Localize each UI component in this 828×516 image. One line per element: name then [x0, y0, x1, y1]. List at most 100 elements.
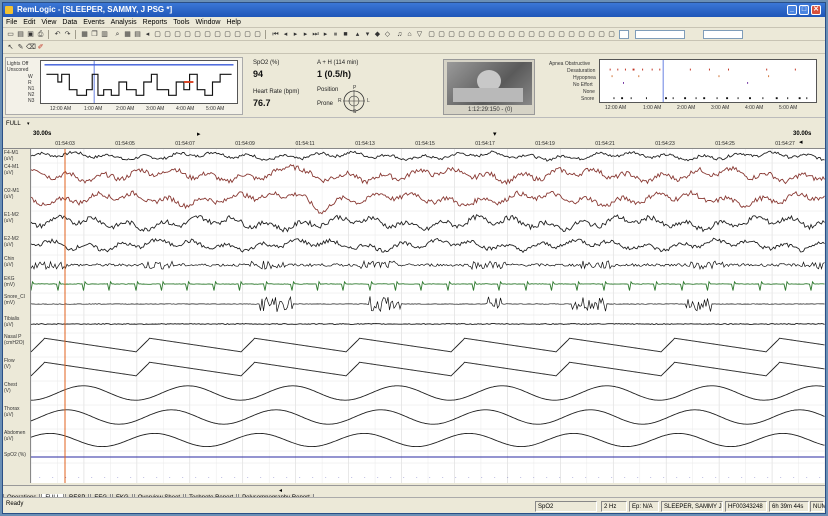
step-icon[interactable]: ▸	[321, 30, 330, 39]
tool-19-icon[interactable]: ▢	[607, 30, 616, 39]
skip-start-icon[interactable]: ⏮	[271, 30, 280, 39]
maximize-button[interactable]: □	[799, 5, 809, 15]
tool-8-icon[interactable]: ▢	[497, 30, 506, 39]
redo-icon[interactable]: ↷	[63, 30, 72, 39]
tool-1-icon[interactable]: ▢	[427, 30, 436, 39]
channel-label[interactable]: F4-M1 (uV)	[4, 150, 18, 162]
copy-icon[interactable]: ❐	[90, 30, 99, 39]
minimize-button[interactable]: _	[787, 5, 797, 15]
arrow-left-icon[interactable]: ◂	[143, 30, 152, 39]
event-type-select[interactable]	[635, 30, 685, 39]
menu-window[interactable]: Window	[193, 17, 224, 28]
undo-icon[interactable]: ↶	[53, 30, 62, 39]
grid-icon[interactable]: ▦	[123, 30, 132, 39]
pause-icon[interactable]: ⏸	[331, 30, 340, 39]
cursor-icon[interactable]: ↖	[6, 43, 15, 52]
epoch-marker-center-icon[interactable]: ▾	[493, 130, 497, 138]
tool-12-icon[interactable]: ▢	[537, 30, 546, 39]
events-overview-chart[interactable]	[599, 59, 817, 103]
video-panel[interactable]: 1:12:29:150 - (0)	[443, 59, 535, 115]
amplitude-up-icon[interactable]: ◆	[373, 30, 382, 39]
window-11-icon[interactable]: ▢	[253, 30, 262, 39]
tool-11-icon[interactable]: ▢	[527, 30, 536, 39]
menu-analysis[interactable]: Analysis	[108, 17, 140, 28]
channel-label[interactable]: SpO2 (%)	[4, 452, 26, 458]
tool-10-icon[interactable]: ▢	[517, 30, 526, 39]
print-icon[interactable]: ⎙	[36, 30, 45, 39]
menu-file[interactable]: File	[3, 17, 20, 28]
channel-label[interactable]: Nasal P (cmH2O)	[4, 334, 24, 346]
window-1-icon[interactable]: ▢	[153, 30, 162, 39]
tool-2-icon[interactable]: ▢	[437, 30, 446, 39]
tool-6-icon[interactable]: ▢	[477, 30, 486, 39]
channel-label[interactable]: Chest (V)	[4, 382, 17, 394]
menu-data[interactable]: Data	[59, 17, 80, 28]
channel-label[interactable]: Tibialis (uV)	[4, 316, 19, 328]
close-button[interactable]: ✕	[811, 5, 821, 15]
channel-label[interactable]: C4-M1 (uV)	[4, 164, 19, 176]
tool-7-icon[interactable]: ▢	[487, 30, 496, 39]
channel-label[interactable]: O2-M1 (uV)	[4, 188, 19, 200]
tool-9-icon[interactable]: ▢	[507, 30, 516, 39]
window-4-icon[interactable]: ▢	[183, 30, 192, 39]
channel-up-icon[interactable]: ▴	[353, 30, 362, 39]
window-8-icon[interactable]: ▢	[223, 30, 232, 39]
window-2-icon[interactable]: ▢	[163, 30, 172, 39]
tool-17-icon[interactable]: ▢	[587, 30, 596, 39]
window-9-icon[interactable]: ▢	[233, 30, 242, 39]
channel-label[interactable]: EKG (mV)	[4, 276, 15, 288]
tool-15-icon[interactable]: ▢	[567, 30, 576, 39]
open-folder-icon[interactable]: ▤	[16, 30, 25, 39]
rewind-icon[interactable]: ◂	[281, 30, 290, 39]
tool-16-icon[interactable]: ▢	[577, 30, 586, 39]
window-10-icon[interactable]: ▢	[243, 30, 252, 39]
hypnogram-chart[interactable]	[40, 60, 238, 104]
print-preview-icon[interactable]: ▦	[80, 30, 89, 39]
tool-3-icon[interactable]: ▢	[447, 30, 456, 39]
paste-icon[interactable]: ▥	[100, 30, 109, 39]
epoch-marker-right-icon[interactable]: ◂	[799, 138, 803, 146]
signal-traces[interactable]: · · · · · · · · · · · · · · · · · · · · · · · · · · · · · · · · · · · · · · · ·…	[30, 149, 825, 483]
channel-down-icon[interactable]: ▾	[363, 30, 372, 39]
window-3-icon[interactable]: ▢	[173, 30, 182, 39]
eraser-icon[interactable]: ⌫	[26, 43, 36, 52]
menu-events[interactable]: Events	[80, 17, 107, 28]
window-5-icon[interactable]: ▢	[193, 30, 202, 39]
menu-edit[interactable]: Edit	[20, 17, 38, 28]
menu-reports[interactable]: Reports	[140, 17, 171, 28]
skip-end-icon[interactable]: ⏭	[311, 30, 320, 39]
tool-13-icon[interactable]: ▢	[547, 30, 556, 39]
channel-select[interactable]	[703, 30, 743, 39]
menu-tools[interactable]: Tools	[170, 17, 192, 28]
channel-label[interactable]: E2-M2 (uV)	[4, 236, 19, 248]
save-icon[interactable]: ▣	[26, 30, 35, 39]
channel-label[interactable]: Thorax (uV)	[4, 406, 20, 418]
menu-help[interactable]: Help	[223, 17, 243, 28]
color-box[interactable]	[619, 30, 629, 39]
signal-area[interactable]: · · · · · · · · · · · · · · · · · · · · · · · · · · · · · · · · · · · · · · · ·…	[30, 149, 825, 483]
channel-label[interactable]: Flow (V)	[4, 358, 15, 370]
zoom-icon[interactable]: ⌕	[113, 30, 122, 39]
headphones-icon[interactable]: ♫	[395, 30, 404, 39]
tab-scroll-left-icon[interactable]: ◂	[279, 487, 282, 494]
filter-icon[interactable]: ▽	[415, 30, 424, 39]
play-icon[interactable]: ▸	[291, 30, 300, 39]
stop-icon[interactable]: ■	[341, 30, 350, 39]
tool-4-icon[interactable]: ▢	[457, 30, 466, 39]
menu-view[interactable]: View	[38, 17, 59, 28]
channel-label[interactable]: Snore_Cl (mV)	[4, 294, 25, 306]
new-file-icon[interactable]: ▭	[6, 30, 15, 39]
fast-forward-icon[interactable]: ▸	[301, 30, 310, 39]
montage-icon[interactable]: ▤	[133, 30, 142, 39]
epoch-marker-left-icon[interactable]: ▸	[197, 130, 201, 138]
montage-dropdown-icon[interactable]: ▾	[27, 119, 30, 129]
pencil-icon[interactable]: ✎	[16, 43, 25, 52]
tool-14-icon[interactable]: ▢	[557, 30, 566, 39]
amplitude-down-icon[interactable]: ◇	[383, 30, 392, 39]
channel-label[interactable]: E1-M2 (uV)	[4, 212, 19, 224]
tool-18-icon[interactable]: ▢	[597, 30, 606, 39]
window-6-icon[interactable]: ▢	[203, 30, 212, 39]
marker-icon[interactable]: ⌂	[405, 30, 414, 39]
tool-5-icon[interactable]: ▢	[467, 30, 476, 39]
channel-label[interactable]: Chin (uV)	[4, 256, 14, 268]
